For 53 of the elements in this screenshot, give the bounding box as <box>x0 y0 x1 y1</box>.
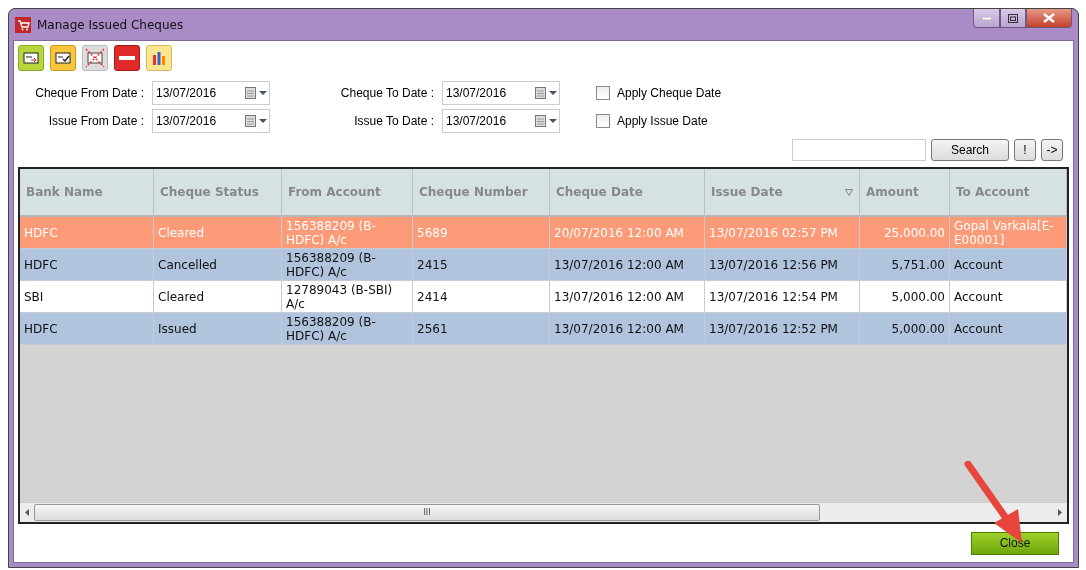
table-row[interactable]: SBI Cleared 12789043 (B-SBI) A/c 2414 13/07/2016 12:00 AM 13/07/2016 12:54 PM 5,000.00 Account <box>20 281 1067 313</box>
scrollbar-thumb[interactable]: III <box>34 504 820 521</box>
table-cell: 13/07/2016 12:52 PM <box>705 313 860 345</box>
toolbar-button[interactable] <box>114 45 140 71</box>
field-label: Issue To Date : <box>353 114 434 128</box>
checkbox-label: Apply Cheque Date <box>617 86 722 100</box>
table-cell: Account <box>950 313 1067 345</box>
calendar-dropdown-icon[interactable] <box>535 87 559 99</box>
checkbox[interactable] <box>596 114 610 128</box>
calendar-dropdown-icon[interactable] <box>535 115 559 127</box>
date-field[interactable]: 13/07/2016 <box>152 109 270 133</box>
minimize-icon <box>981 16 992 20</box>
scroll-left-icon[interactable] <box>24 509 30 516</box>
action-button[interactable]: ! <box>1014 139 1036 161</box>
toolbar-button[interactable] <box>18 45 44 71</box>
date-field[interactable]: 13/07/2016 <box>152 81 270 105</box>
calendar-dropdown-icon[interactable] <box>245 115 269 127</box>
table-cell: Issued <box>154 313 282 345</box>
table-cell: 2561 <box>413 313 550 345</box>
field-label: Cheque From Date : <box>34 86 144 100</box>
date-field[interactable]: 13/07/2016 <box>442 109 560 133</box>
close-icon <box>1043 13 1055 23</box>
toolbar-button[interactable] <box>50 45 76 71</box>
date-field[interactable]: 13/07/2016 <box>442 81 560 105</box>
field-label: Cheque To Date : <box>339 86 434 100</box>
maximize-button[interactable] <box>1000 9 1026 28</box>
table-cell: HDFC <box>20 313 154 345</box>
calendar-dropdown-icon[interactable] <box>245 87 269 99</box>
table-row[interactable]: HDFC Cancelled 156388209 (B-HDFC) A/c 2415 13/07/2016 12:00 AM 13/07/2016 12:56 PM 5,751.00 Account <box>20 249 1067 281</box>
close-window-button[interactable] <box>1026 9 1072 28</box>
cheque-check-icon <box>55 52 71 64</box>
minimize-button[interactable] <box>973 9 1000 28</box>
action-button[interactable]: -> <box>1041 139 1063 161</box>
table-cell: 13/07/2016 12:00 AM <box>550 313 705 345</box>
toolbar-button[interactable] <box>146 45 172 71</box>
checkbox[interactable] <box>596 86 610 100</box>
window-title: Manage Issued Cheques <box>37 17 184 32</box>
cart-icon <box>15 16 31 33</box>
maximize-icon <box>1008 13 1018 23</box>
table-row[interactable]: HDFC Issued 156388209 (B-HDFC) A/c 2561 13/07/2016 12:00 AM 13/07/2016 12:52 PM 5,000.00 Account <box>20 313 1067 345</box>
toolbar-button[interactable] <box>82 45 108 71</box>
field-label: Issue From Date : <box>47 114 144 128</box>
checkbox-label: Apply Issue Date <box>617 114 708 128</box>
table-cell: 5,000.00 <box>860 313 950 345</box>
table-cell: 156388209 (B-HDFC) A/c <box>282 313 413 345</box>
cheque-cross-icon <box>85 48 105 68</box>
minus-icon <box>119 56 135 60</box>
search-button[interactable]: Search <box>931 139 1009 161</box>
bar-chart-icon <box>152 51 166 65</box>
horizontal-scrollbar[interactable]: III <box>20 502 1067 522</box>
search-field[interactable] <box>792 139 926 161</box>
close-button[interactable]: Close <box>971 531 1059 555</box>
scroll-right-icon[interactable] <box>1057 509 1063 516</box>
